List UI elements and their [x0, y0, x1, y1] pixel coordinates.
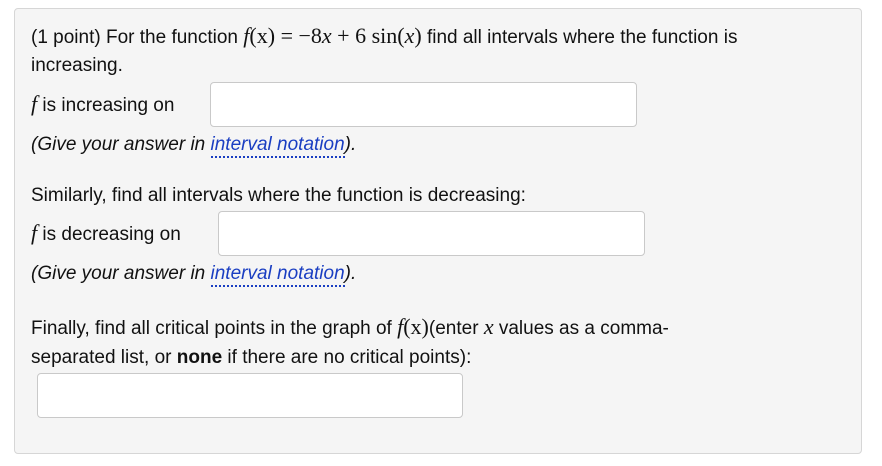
problem-statement-line2: increasing. — [31, 55, 123, 76]
decreasing-hint: (Give your answer in interval notation). — [31, 263, 356, 287]
critical-points-prompt: Finally, find all critical points in the… — [31, 314, 669, 339]
decreasing-intro: Similarly, find all intervals where the … — [31, 185, 526, 206]
decreasing-label: f is decreasing on — [31, 220, 181, 245]
decreasing-answer-input[interactable] — [218, 211, 645, 256]
interval-notation-link[interactable]: interval notation — [210, 134, 345, 158]
increasing-answer-input[interactable] — [210, 82, 637, 127]
points-label: (1 point) — [31, 27, 101, 48]
critical-points-prompt-line2: separated list, or none if there are no … — [31, 347, 472, 368]
increasing-hint: (Give your answer in interval notation). — [31, 134, 356, 158]
interval-notation-link[interactable]: interval notation — [210, 263, 345, 287]
intro-text: For the function — [100, 27, 244, 48]
function-expression: f(x) = −8x + 6 sin(x) — [243, 23, 422, 48]
problem-panel: (1 point) For the function f(x) = −8x + … — [14, 8, 862, 454]
critical-points-answer-input[interactable] — [37, 373, 463, 418]
intro-text-continued: find all intervals where the function is — [421, 27, 738, 48]
increasing-label: f is increasing on — [31, 91, 175, 116]
problem-statement: (1 point) For the function f(x) = −8x + … — [31, 23, 737, 49]
